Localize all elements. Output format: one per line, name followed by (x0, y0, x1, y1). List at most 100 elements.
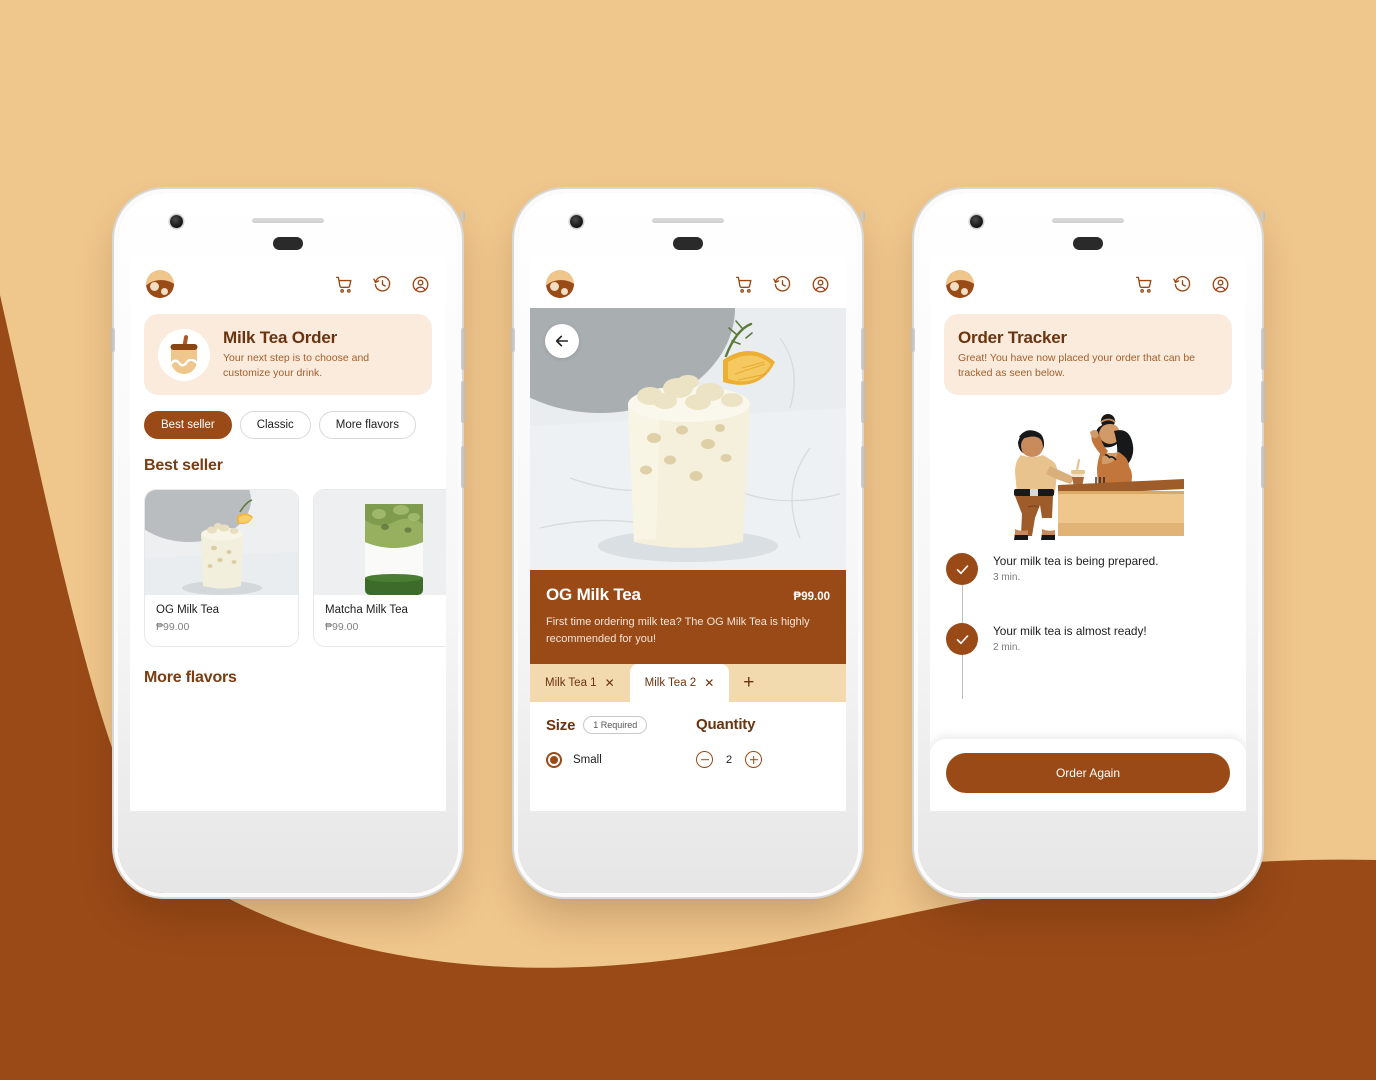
check-icon (946, 553, 978, 586)
header-icon-group (1135, 275, 1230, 294)
tracker-step-text: Your milk tea is almost ready! 2 min. (993, 623, 1147, 653)
back-button[interactable] (545, 324, 579, 358)
product-detail-title-row: OG Milk Tea ₱99.00 (546, 585, 830, 605)
product-price: ₱99.00 (156, 621, 190, 634)
phone-left-button[interactable] (111, 328, 115, 352)
logo-pearl-small (161, 288, 168, 295)
close-icon[interactable]: ✕ (605, 677, 615, 689)
logo-pearl-large (950, 282, 959, 291)
boba-logo[interactable] (146, 270, 174, 298)
quantity-increase-button[interactable] (745, 751, 763, 768)
phone-left-button[interactable] (511, 328, 515, 352)
tracker-step-time: 3 min. (993, 572, 1021, 584)
phone-side-accent (1261, 211, 1265, 221)
phone-mockup-browse: Milk Tea Order Your next step is to choo… (111, 193, 465, 893)
category-chip-row: Best seller Classic More flavors (130, 395, 446, 440)
quantity-stepper: 2 (696, 751, 830, 768)
size-header: Size 1 Required (546, 716, 696, 734)
milk-tea-cup-icon (158, 328, 210, 381)
close-icon[interactable]: ✕ (704, 677, 714, 689)
earpiece-speaker (252, 218, 324, 223)
product-detail-price: ₱99.00 (793, 591, 830, 603)
volume-up-button[interactable] (861, 328, 865, 370)
tracker-connector-line (961, 655, 963, 700)
section-title-more-flavors: More flavors (144, 669, 237, 687)
phone-top-bezel (518, 193, 858, 256)
order-tracker-steps: Your milk tea is being prepared. 3 min. … (930, 541, 1246, 700)
quantity-option-group: Quantity 2 (696, 716, 830, 768)
logo-pearl-large (550, 282, 559, 291)
front-camera-icon (970, 215, 983, 228)
quantity-decrease-button[interactable] (696, 751, 713, 768)
tab-milk-tea-2[interactable]: Milk Tea 2 ✕ (629, 664, 730, 702)
chip-classic[interactable]: Classic (239, 411, 311, 440)
tracker-step: Your milk tea is almost ready! 2 min. (946, 623, 1230, 700)
chip-best-seller[interactable]: Best seller (144, 411, 232, 440)
add-drink-button[interactable]: + (729, 664, 768, 702)
app-header (930, 256, 1246, 308)
cart-icon[interactable] (735, 275, 754, 294)
product-detail-name: OG Milk Tea (546, 585, 641, 604)
cart-icon[interactable] (335, 275, 354, 294)
bottom-action-sheet: Order Again (930, 739, 1246, 811)
volume-down-button[interactable] (461, 381, 465, 423)
cart-icon[interactable] (1135, 275, 1154, 294)
history-icon[interactable] (373, 275, 392, 294)
order-again-button[interactable]: Order Again (946, 753, 1230, 793)
tracker-step: Your milk tea is being prepared. 3 min. (946, 553, 1230, 630)
matcha-milk-tea-photo (314, 490, 446, 596)
product-detail-description: First time ordering milk tea? The OG Mil… (546, 616, 810, 645)
app-header (530, 256, 846, 308)
drink-tab-bar: Milk Tea 1 ✕ Milk Tea 2 ✕ + (530, 664, 846, 702)
logo-pearl-large (150, 282, 159, 291)
check-icon (946, 623, 978, 656)
volume-up-button[interactable] (461, 328, 465, 370)
notch-pill (1073, 237, 1103, 250)
account-icon[interactable] (811, 275, 830, 294)
power-button[interactable] (861, 446, 865, 488)
og-milk-tea-hero-photo (530, 308, 846, 570)
power-button[interactable] (1261, 446, 1265, 488)
boba-logo[interactable] (546, 270, 574, 298)
screen-order-tracker: Order Tracker Great! You have now placed… (930, 256, 1246, 811)
app-header (130, 256, 446, 308)
radio-selected-icon[interactable] (546, 752, 562, 768)
tracker-step-time: 2 min. (993, 642, 1021, 654)
quantity-value: 2 (726, 753, 733, 766)
volume-up-button[interactable] (1261, 328, 1265, 370)
product-card[interactable]: Matcha Milk Tea ₱99.00 (313, 489, 446, 648)
quantity-title: Quantity (696, 716, 756, 733)
account-icon[interactable] (1211, 275, 1230, 294)
phone-side-accent (861, 211, 865, 221)
product-price: ₱99.00 (325, 621, 359, 634)
banner-title: Milk Tea Order (223, 328, 338, 347)
power-button[interactable] (461, 446, 465, 488)
arrow-left-icon (555, 335, 569, 347)
tracker-subtitle: Great! You have now placed your order th… (958, 352, 1195, 380)
product-name: OG Milk Tea (156, 604, 220, 617)
tracker-step-title: Your milk tea is almost ready! (993, 624, 1147, 639)
screen-browse: Milk Tea Order Your next step is to choo… (130, 256, 446, 811)
account-icon[interactable] (411, 275, 430, 294)
volume-down-button[interactable] (861, 381, 865, 423)
milk-tea-order-banner: Milk Tea Order Your next step is to choo… (144, 314, 432, 396)
size-option-small[interactable]: Small (546, 752, 696, 768)
boba-logo[interactable] (946, 270, 974, 298)
phone-left-button[interactable] (911, 328, 915, 352)
tab-milk-tea-1[interactable]: Milk Tea 1 ✕ (530, 664, 630, 702)
product-name: Matcha Milk Tea (325, 604, 408, 617)
size-option-label: Small (573, 754, 602, 766)
product-detail-header: OG Milk Tea ₱99.00 First time ordering m… (530, 570, 846, 664)
product-card[interactable]: OG Milk Tea ₱99.00 (144, 489, 299, 648)
order-tracker-banner: Order Tracker Great! You have now placed… (944, 314, 1232, 396)
product-card-row: OG Milk Tea ₱99.00 Matcha Milk Tea ₱99.0… (130, 475, 446, 648)
earpiece-speaker (1052, 218, 1124, 223)
phone-top-bezel (918, 193, 1258, 256)
notch-pill (673, 237, 703, 250)
history-icon[interactable] (1173, 275, 1192, 294)
barista-counter-illustration (930, 395, 1246, 541)
chip-more-flavors[interactable]: More flavors (318, 411, 417, 440)
history-icon[interactable] (773, 275, 792, 294)
volume-down-button[interactable] (1261, 381, 1265, 423)
front-camera-icon (170, 215, 183, 228)
